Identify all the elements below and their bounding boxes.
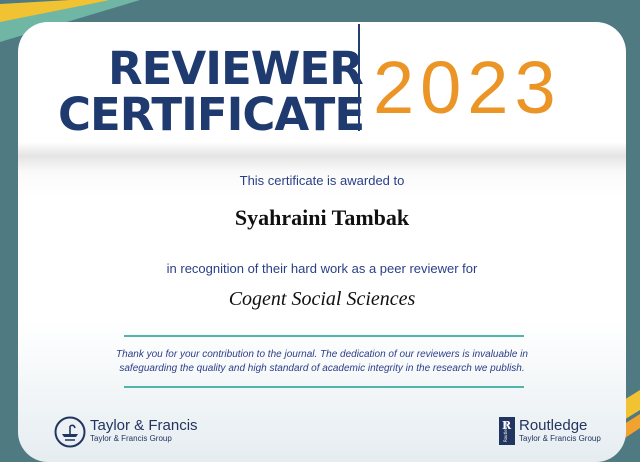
lamp-icon (54, 416, 86, 448)
bottom-divider (124, 386, 524, 388)
taylor-francis-sub: Taylor & Francis Group (90, 434, 172, 443)
thanks-text: Thank you for your contribution to the j… (18, 348, 626, 376)
awarded-text: This certificate is awarded to (239, 173, 405, 188)
thanks-line-2: safeguarding the quality and high standa… (119, 363, 525, 374)
journal-name: Cogent Social Sciences (228, 288, 416, 310)
top-divider (124, 335, 524, 337)
thanks-line-1: Thank you for your contribution to the j… (116, 349, 528, 360)
title-divider (358, 24, 360, 131)
certificate-year: 2023 (373, 46, 562, 129)
routledge-r-icon: Routledge R (499, 417, 515, 445)
recognition-text: in recognition of their hard work as a p… (166, 261, 478, 276)
svg-text:R: R (502, 419, 512, 432)
recipient-name: Syahraini Tambak (234, 205, 410, 230)
taylor-francis-name: Taylor & Francis (90, 417, 198, 434)
routledge-sub: Taylor & Francis Group (519, 434, 601, 443)
title-reviewer: REVIEWER (108, 42, 364, 95)
routledge-name: Routledge (519, 417, 588, 434)
certificate-card: REVIEWER CERTIFICATE 2023 This certifica… (18, 22, 626, 462)
title-certificate: CERTIFICATE (58, 88, 365, 141)
